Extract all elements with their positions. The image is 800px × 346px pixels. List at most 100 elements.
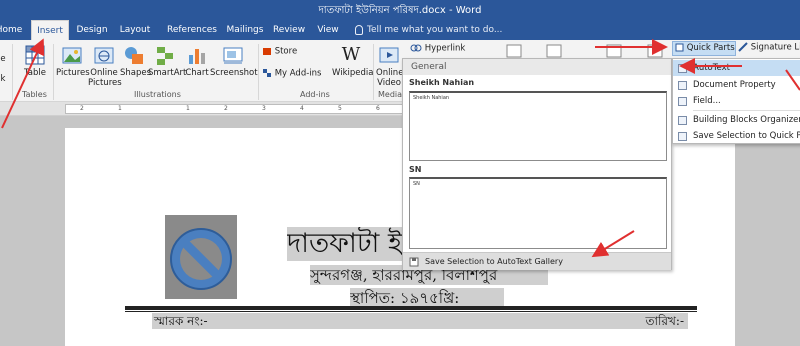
tab-references[interactable]: References [163, 20, 221, 40]
wikipedia-label: Wikipedia [332, 68, 374, 78]
autotext-entry-1[interactable]: Sheikh Nahian [409, 91, 667, 161]
smartart-label: SmartArt [148, 68, 187, 78]
online-pictures-label-2: Pictures [88, 78, 122, 88]
tab-design[interactable]: Design [75, 20, 109, 40]
pictures-label: Pictures [56, 68, 90, 78]
autotext-gallery: General Sheikh Nahian Sheikh Nahian SN S… [402, 58, 672, 270]
save-gallery-icon [678, 132, 687, 141]
tab-insert[interactable]: Insert [31, 20, 69, 40]
group-media: Media [378, 90, 403, 99]
table-icon [25, 45, 45, 65]
screenshot-button[interactable]: Screenshot [210, 44, 258, 78]
chart-label: Chart [185, 68, 209, 78]
wikipedia-button[interactable]: W Wikipedia [332, 44, 374, 78]
online-video-label-2: Video [377, 78, 401, 88]
chart-icon [189, 49, 205, 64]
tell-me-text: Tell me what you want to do... [367, 25, 503, 35]
doc-heading[interactable]: দাতফাটা ই [287, 227, 403, 261]
shapes-button[interactable]: Shapes [120, 44, 152, 78]
chart-button[interactable]: Chart [184, 44, 210, 78]
lightbulb-icon [355, 24, 363, 35]
ruler-tick: 3 [262, 105, 266, 112]
online-pictures-button[interactable]: Online Pictures [88, 44, 122, 88]
menu-item-label: Field... [693, 96, 721, 106]
save-icon [409, 257, 419, 267]
group-illustrations: Illustrations [134, 90, 181, 99]
wordart-icon [647, 44, 663, 58]
menu-item-save-to-quick-part-gallery[interactable]: Save Selection to Quick Part Gallery [673, 128, 800, 144]
menu-item-building-blocks-organizer[interactable]: Building Blocks Organizer... [673, 112, 800, 128]
my-addins-label: My Add-ins [274, 68, 322, 79]
save-selection-to-autotext-gallery[interactable]: Save Selection to AutoText Gallery [403, 252, 671, 270]
gallery-header: General [403, 59, 671, 75]
page-number-icon [606, 44, 622, 58]
tab-review[interactable]: Review [270, 20, 308, 40]
title-bar: দাতফাটা ইউনিয়ন পরিষদ.docx - Word [0, 0, 800, 20]
hyperlink-button[interactable]: Hyperlink [410, 43, 470, 54]
smartart-button[interactable]: SmartArt [148, 44, 186, 78]
autotext-entry-2[interactable]: SN [409, 177, 667, 249]
ruler-tick: 6 [376, 105, 380, 112]
pictures-button[interactable]: Pictures [56, 44, 90, 78]
document-property-icon [678, 81, 687, 90]
wikipedia-icon: W [341, 44, 361, 65]
signature-line-button[interactable]: Signature Line [738, 42, 800, 53]
screenshot-label: Screenshot [210, 68, 258, 78]
partial-button-1[interactable]: e [0, 54, 8, 64]
ruler-tick: 5 [338, 105, 342, 112]
date-label: তারিখ:- [645, 314, 685, 328]
entry-name: Sheikh Nahian [409, 78, 475, 87]
memo-label: স্মারক নং:- [154, 314, 208, 328]
tab-layout[interactable]: Layout [118, 20, 152, 40]
ribbon-tab-bar: Home Insert Design Layout References Mai… [0, 20, 800, 40]
online-video-button[interactable]: Online Video [376, 44, 404, 88]
table-label: Table [24, 68, 46, 78]
signature-line-label: Signature Line [750, 42, 800, 53]
doc-memo-line[interactable]: স্মারক নং:- তারিখ:- [152, 313, 688, 329]
doc-divider [125, 306, 697, 310]
organizer-icon [678, 116, 687, 125]
save-selection-label: Save Selection to AutoText Gallery [425, 257, 563, 266]
tab-home[interactable]: Home [0, 20, 24, 40]
hyperlink-label: Hyperlink [424, 43, 466, 54]
menu-item-document-property[interactable]: Document Property [673, 77, 800, 93]
quick-parts-menu: AutoText Document Property Field... Buil… [672, 58, 800, 144]
ruler-tick: 1 [186, 105, 190, 112]
autotext-icon [678, 64, 687, 73]
shapes-label: Shapes [120, 68, 152, 78]
online-video-label-1: Online [376, 68, 404, 78]
tab-view[interactable]: View [312, 20, 344, 40]
quick-parts-icon [675, 43, 684, 52]
menu-item-autotext[interactable]: AutoText [673, 60, 800, 76]
entry-preview: Sheikh Nahian [413, 95, 450, 101]
tab-mailings[interactable]: Mailings [222, 20, 268, 40]
quick-parts-button[interactable]: Quick Parts ▾ [672, 41, 736, 66]
group-tables: Tables [22, 90, 47, 99]
group-addins: Add-ins [300, 90, 330, 99]
doc-established[interactable]: স্থাপিত: ১৯৭৫খ্রি: [350, 288, 504, 308]
menu-item-label: Building Blocks Organizer... [693, 115, 800, 125]
table-button[interactable]: Table [20, 44, 50, 78]
header-icon [546, 44, 562, 58]
field-icon [678, 97, 687, 106]
tell-me-search[interactable]: Tell me what you want to do... [355, 20, 502, 40]
partial-button-2[interactable]: k [0, 74, 8, 84]
menu-item-field[interactable]: Field... [673, 93, 800, 109]
shapes-icon [125, 47, 143, 64]
my-addins-button[interactable]: My Add-ins [262, 68, 332, 79]
ruler-tick: 2 [224, 105, 228, 112]
entry-name: SN [409, 165, 422, 174]
my-addins-icon [263, 69, 271, 77]
doc-divider-thin [125, 311, 697, 312]
store-label: Store [274, 46, 298, 57]
prohibited-logo [170, 228, 232, 290]
menu-item-label: Save Selection to Quick Part Gallery [693, 131, 800, 141]
menu-item-label: Document Property [693, 80, 776, 90]
pictures-icon [62, 47, 82, 64]
entry-preview: SN [413, 181, 420, 187]
screenshot-icon [223, 47, 243, 64]
online-video-icon [379, 47, 399, 63]
online-pictures-icon [94, 47, 114, 64]
store-button[interactable]: Store [262, 46, 302, 57]
smartart-icon [157, 47, 173, 65]
